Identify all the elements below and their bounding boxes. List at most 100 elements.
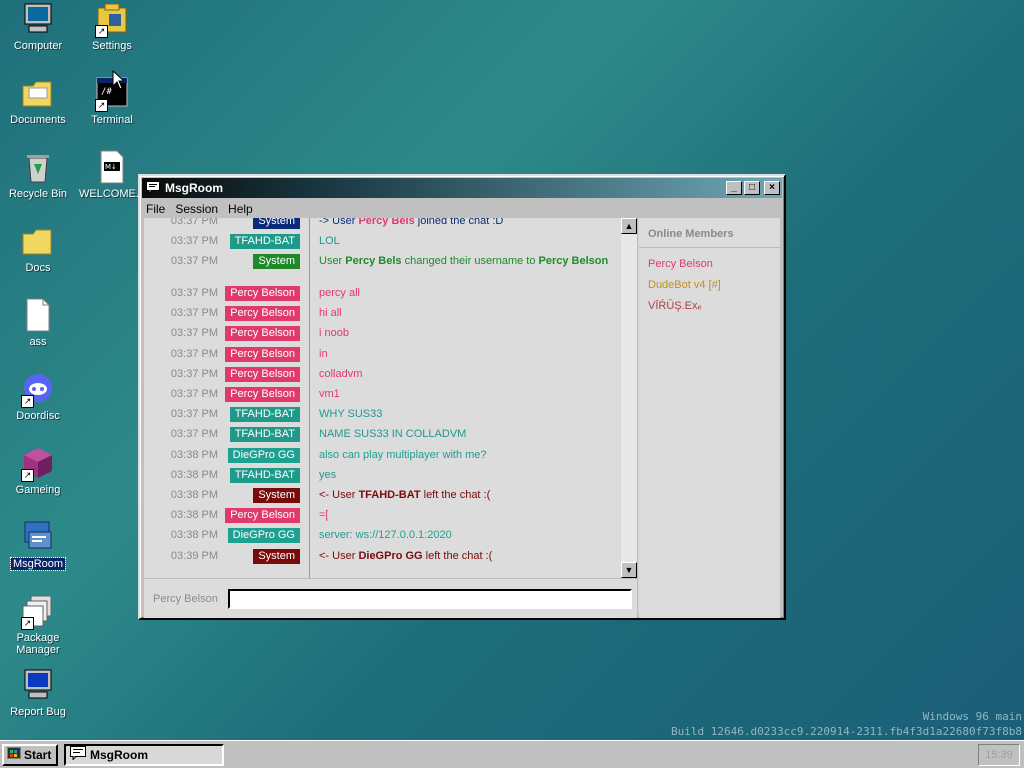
message-text-part: i noob [319,327,349,339]
message-user-badge[interactable]: Percy Belson [225,306,300,321]
message-text: WHY SUS33 [319,408,614,421]
desktop-icon-computer[interactable]: Computer [0,2,76,52]
desktop-icon-ass[interactable]: ass [0,298,76,348]
desktop-icon-gameing[interactable]: Gameing [0,446,76,496]
recycle-bin-icon [21,150,55,184]
desktop-icon-documents[interactable]: Documents [0,76,76,126]
member-item[interactable]: Percy Belson [639,254,780,275]
online-members-panel: Online Members Percy Belson DudeBot v4 [… [639,218,780,618]
message-user-badge[interactable]: System [253,549,300,564]
message-time: 03:37 PM [170,388,218,400]
message-text-part: LOL [319,235,340,247]
build-os-line: Windows 96 main [922,710,1022,723]
message-text: <- User TFAHD-BAT left the chat :( [319,489,614,502]
close-button[interactable]: × [764,181,780,195]
svg-text:/#: /# [101,87,112,97]
desktop-icon-doordisc[interactable]: Doordisc [0,372,76,422]
build-number-line: Build 12646.d0233cc9.220914-2311.fb4f3d1… [671,725,1022,738]
desktop-icon-docs[interactable]: Docs [0,224,76,274]
chat-messages[interactable]: 03:37 PM System -> User Percy Bels joined … [144,218,621,578]
message-user-badge[interactable]: Percy Belson [225,508,300,523]
cube-icon [21,446,55,482]
message-text-part: joined the chat :D [414,218,504,227]
desktop-icon-report-bug[interactable]: Report Bug [0,668,76,718]
menu-help[interactable]: Help [228,202,253,216]
markdown-file-icon: M↓ [95,150,129,184]
maximize-button[interactable]: □ [744,181,760,195]
start-button[interactable]: Start [2,743,58,766]
message-text-part: -> User [319,218,359,227]
message-composer: Percy Belson [144,578,638,618]
minimize-button[interactable]: _ [726,181,742,195]
message-user-badge[interactable]: TFAHD-BAT [229,427,300,442]
message-user-badge[interactable]: TFAHD-BAT [229,468,300,483]
menu-bar: File Session Help [140,200,784,218]
build-watermark: Windows 96 main Build 12646.d0233cc9.220… [671,709,1022,739]
message-text-part: NAME SUS33 IN COLLADVM [319,428,467,440]
message-user-badge[interactable]: Percy Belson [225,367,300,382]
message-time: 03:38 PM [170,509,218,521]
message-input[interactable] [228,589,632,609]
message-text: -> User Percy Bels joined the chat :D [319,218,614,228]
desktop-icon-recycle-bin[interactable]: Recycle Bin [0,150,76,200]
message-time: 03:38 PM [170,469,218,481]
scroll-up-icon[interactable]: ▲ [621,218,637,234]
message-user-badge[interactable]: Percy Belson [225,387,300,402]
message-user-badge[interactable]: Percy Belson [225,347,300,362]
message-time: 03:37 PM [170,327,218,339]
message-user-badge[interactable]: TFAHD-BAT [229,234,300,249]
title-bar[interactable]: MsgRoom _ □ × [142,178,782,198]
menu-session[interactable]: Session [175,202,218,216]
desktop-icon-msgroom[interactable]: MsgRoom [0,520,76,571]
file-icon [21,298,55,332]
chat-divider [309,218,310,578]
taskbar-item-msgroom[interactable]: MsgRoom [64,743,224,766]
system-clock[interactable]: 15:39 [978,744,1020,766]
message-text-part: percy all [319,287,360,299]
message-time: 03:39 PM [170,550,218,562]
desktop-icon-package-manager[interactable]: Package Manager [0,594,76,656]
message-user-badge[interactable]: Percy Belson [225,286,300,301]
message-user-badge[interactable]: System [253,218,300,229]
message-text-part: User [319,255,346,267]
message-text: also can play multiplayer with me? [319,449,614,462]
message-text-part: <- User [319,489,359,501]
message-text: <- User DieGPro GG left the chat :( [319,550,614,563]
message-text-part: changed their username to [401,255,539,267]
message-time: 03:37 PM [170,307,218,319]
chat-app-icon [21,520,55,554]
message-time: 03:37 PM [170,287,218,299]
message-text-part: in [319,348,328,360]
message-time: 03:38 PM [170,529,218,541]
message-text: LOL [319,235,614,248]
chat-scrollbar[interactable]: ▲ ▼ [621,218,637,578]
message-text-part: hi all [319,307,342,319]
message-text: NAME SUS33 IN COLLADVM [319,428,614,441]
message-text-part: Percy Bels [345,255,402,267]
message-time: 03:37 PM [170,368,218,380]
message-user-badge[interactable]: Percy Belson [225,326,300,341]
package-icon [21,594,55,630]
chat-log: 03:37 PM System -> User Percy Bels joined … [144,218,638,578]
folder-icon [21,76,55,110]
msgroom-window: MsgRoom _ □ × File Session Help 03:37 PM… [138,174,786,620]
message-user-badge[interactable]: DieGPro GG [227,448,300,463]
message-text-part: server: ws://127.0.0.1:2020 [319,529,452,541]
member-item[interactable]: DudeBot v4 [#] [639,275,780,296]
scroll-down-icon[interactable]: ▼ [621,562,637,578]
message-text-part: left the chat :( [420,489,491,501]
menu-file[interactable]: File [146,202,165,216]
message-text-part: Percy Belson [538,255,609,267]
message-time: 03:37 PM [170,235,218,247]
window-title: MsgRoom [165,181,223,195]
message-user-badge[interactable]: DieGPro GG [227,528,300,543]
taskbar-item-label: MsgRoom [90,747,148,762]
computer-bug-icon [21,668,55,702]
desktop-icon-settings[interactable]: Settings [74,2,150,52]
message-user-badge[interactable]: System [253,254,300,269]
message-user-badge[interactable]: TFAHD-BAT [229,407,300,422]
member-item[interactable]: VĪŔŪŞ.Exₑ [639,296,780,317]
chat-window-icon [146,180,160,196]
message-text-part: <- User [319,550,359,562]
message-user-badge[interactable]: System [253,488,300,503]
